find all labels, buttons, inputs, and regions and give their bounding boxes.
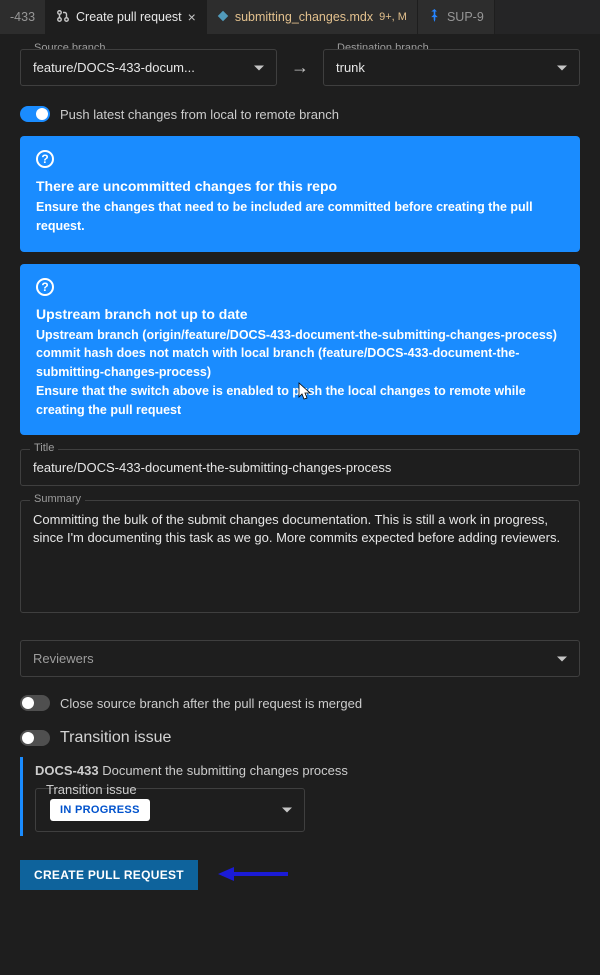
create-pull-request-button[interactable]: CREATE PULL REQUEST bbox=[20, 860, 198, 890]
select-value: feature/DOCS-433-docum... bbox=[33, 60, 195, 75]
tab-label: -433 bbox=[10, 10, 35, 24]
close-branch-toggle[interactable] bbox=[20, 695, 50, 711]
tab-sup-9[interactable]: SUP-9 bbox=[418, 0, 495, 34]
transition-heading-row: Transition issue bbox=[20, 729, 580, 747]
field-label: Summary bbox=[30, 493, 85, 505]
tab-label: SUP-9 bbox=[447, 10, 484, 24]
arrow-right-icon: → bbox=[291, 57, 309, 78]
branch-row: Source branch feature/DOCS-433-docum... … bbox=[20, 49, 580, 86]
chevron-down-icon bbox=[282, 808, 292, 813]
issue-summary: Document the submitting changes process bbox=[102, 763, 348, 778]
field-label: Transition issue bbox=[46, 782, 137, 797]
issue-key: DOCS-433 bbox=[35, 763, 99, 778]
field-label: Title bbox=[30, 442, 58, 454]
issue-block: DOCS-433 Document the submitting changes… bbox=[20, 757, 580, 836]
transition-issue-toggle[interactable] bbox=[20, 730, 50, 746]
destination-branch-select[interactable]: trunk bbox=[323, 49, 580, 86]
cursor-icon bbox=[298, 382, 312, 400]
banner-text: Upstream branch (origin/feature/DOCS-433… bbox=[36, 326, 564, 420]
toggle-label: Close source branch after the pull reque… bbox=[60, 696, 362, 711]
title-input[interactable] bbox=[20, 449, 580, 486]
push-local-toggle-row: Push latest changes from local to remote… bbox=[20, 106, 580, 122]
uncommitted-changes-banner: ? There are uncommitted changes for this… bbox=[20, 136, 580, 252]
summary-section: Summary bbox=[20, 500, 580, 616]
tab-label: Create pull request bbox=[76, 10, 182, 24]
jira-icon bbox=[428, 9, 441, 25]
chevron-down-icon bbox=[254, 65, 264, 70]
chevron-down-icon bbox=[557, 656, 567, 661]
issue-title: DOCS-433 Document the submitting changes… bbox=[35, 763, 576, 778]
title-section: Title bbox=[20, 449, 580, 486]
chevron-down-icon bbox=[557, 65, 567, 70]
close-branch-toggle-row: Close source branch after the pull reque… bbox=[20, 695, 580, 711]
source-branch-field: Source branch feature/DOCS-433-docum... bbox=[20, 49, 277, 86]
tab-submitting-changes[interactable]: submitting_changes.mdx 9+, M bbox=[207, 0, 418, 34]
select-placeholder: Reviewers bbox=[33, 651, 94, 666]
upstream-outdated-banner: ? Upstream branch not up to date Upstrea… bbox=[20, 264, 580, 436]
source-branch-select[interactable]: feature/DOCS-433-docum... bbox=[20, 49, 277, 86]
tab-partial[interactable]: -433 bbox=[0, 0, 46, 34]
tab-create-pull-request[interactable]: Create pull request × bbox=[46, 0, 207, 34]
pull-request-form: Source branch feature/DOCS-433-docum... … bbox=[0, 35, 600, 910]
push-local-toggle[interactable] bbox=[20, 106, 50, 122]
toggle-label: Push latest changes from local to remote… bbox=[60, 107, 339, 122]
editor-tabs: -433 Create pull request × submitting_ch… bbox=[0, 0, 600, 35]
status-value: IN PROGRESS bbox=[50, 799, 150, 821]
select-value: trunk bbox=[336, 60, 365, 75]
summary-textarea[interactable] bbox=[20, 500, 580, 613]
banner-title: There are uncommitted changes for this r… bbox=[36, 178, 564, 194]
close-icon[interactable]: × bbox=[188, 10, 196, 24]
transition-heading: Transition issue bbox=[60, 729, 171, 747]
banner-text: Ensure the changes that need to be inclu… bbox=[36, 198, 564, 236]
file-icon bbox=[217, 10, 229, 25]
transition-status-select[interactable]: Transition issue IN PROGRESS bbox=[35, 788, 305, 832]
annotation-arrow-icon bbox=[218, 864, 288, 887]
reviewers-section: Reviewers bbox=[20, 640, 580, 677]
create-button-row: CREATE PULL REQUEST bbox=[20, 836, 580, 890]
tab-modified-badge: 9+, M bbox=[379, 11, 407, 23]
git-pull-request-icon bbox=[56, 9, 70, 26]
destination-branch-field: Destination branch trunk bbox=[323, 49, 580, 86]
info-icon: ? bbox=[36, 278, 54, 296]
banner-title: Upstream branch not up to date bbox=[36, 306, 564, 322]
reviewers-select[interactable]: Reviewers bbox=[20, 640, 580, 677]
tab-label: submitting_changes.mdx bbox=[235, 10, 373, 24]
info-icon: ? bbox=[36, 150, 54, 168]
